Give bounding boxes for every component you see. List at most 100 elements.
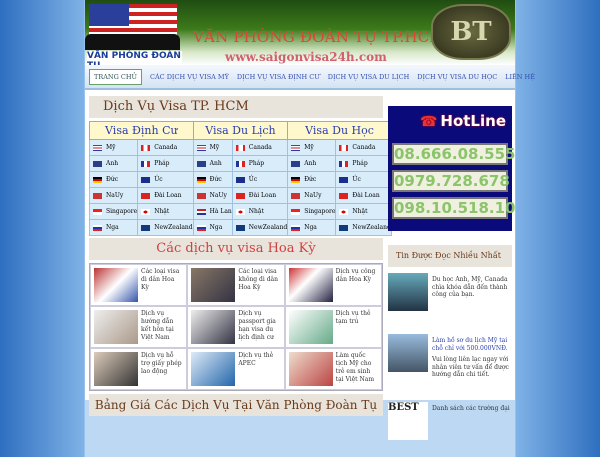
country-name[interactable]: Đài Loan bbox=[154, 192, 181, 199]
country-name[interactable]: Đài Loan bbox=[249, 192, 276, 199]
nav-item[interactable]: CÁC DỊCH VỤ VISA MỸ bbox=[150, 73, 229, 81]
country-name[interactable]: Mỹ bbox=[304, 144, 314, 151]
visa-country-link[interactable]: Pháp bbox=[137, 155, 194, 172]
visa-country-link[interactable]: NaUy bbox=[88, 187, 139, 204]
visa-country-link[interactable]: Nhật bbox=[137, 203, 194, 220]
service-image[interactable] bbox=[191, 352, 236, 386]
news-thumbnail[interactable] bbox=[388, 334, 428, 372]
service-link[interactable]: Dịch vụ hỗ trợ giấy phép lao động bbox=[141, 352, 183, 386]
visa-country-link[interactable]: Đài Loan bbox=[231, 187, 289, 204]
country-name[interactable]: Nga bbox=[210, 224, 223, 231]
country-name[interactable]: Úc bbox=[352, 176, 360, 183]
country-name[interactable]: NaUy bbox=[210, 192, 227, 199]
visa-column-header[interactable]: Visa Định Cư bbox=[89, 121, 194, 140]
visa-country-link[interactable]: NaUy bbox=[287, 187, 337, 204]
country-name[interactable]: Mỹ bbox=[210, 144, 220, 151]
visa-country-link[interactable]: Đài Loan bbox=[335, 187, 392, 204]
country-name[interactable]: Đức bbox=[304, 176, 316, 183]
visa-country-link[interactable]: Canada bbox=[137, 139, 194, 156]
country-name[interactable]: Đức bbox=[210, 176, 222, 183]
country-name[interactable]: Đức bbox=[106, 176, 118, 183]
visa-column-header[interactable]: Visa Du Lịch bbox=[192, 121, 289, 140]
news-thumbnail[interactable]: BEST bbox=[388, 402, 428, 440]
service-item[interactable]: Dịch vụ passport gia hạn visa du lịch đị… bbox=[187, 306, 285, 348]
service-image[interactable] bbox=[288, 310, 333, 344]
country-name[interactable]: Úc bbox=[249, 176, 257, 183]
visa-country-link[interactable]: Nga bbox=[287, 219, 337, 236]
service-link[interactable]: Dịch vụ thẻ APEC bbox=[238, 352, 280, 386]
visa-country-link[interactable]: Đức bbox=[192, 171, 233, 188]
service-item[interactable]: Dịch vụ công dân Hoa Kỳ bbox=[284, 264, 382, 306]
service-link[interactable]: Dịch vụ công dân Hoa Kỳ bbox=[336, 268, 378, 302]
country-name[interactable]: Nga bbox=[304, 224, 317, 231]
hotline-phone[interactable]: 08.666.08.555 bbox=[392, 143, 515, 165]
visa-country-link[interactable]: Nga bbox=[192, 219, 233, 236]
logo-text[interactable]: VĂN PHÒNG ĐOÀN TỤ bbox=[87, 51, 182, 65]
country-name[interactable]: Nhật bbox=[352, 208, 367, 215]
news-link[interactable]: Làm hồ sơ du lịch Mỹ tại chỗ chỉ với 500… bbox=[432, 337, 512, 352]
nav-item[interactable]: DỊCH VỤ VISA DU HỌC bbox=[417, 73, 497, 81]
visa-country-link[interactable]: NewZealand bbox=[335, 219, 392, 236]
country-name[interactable]: Pháp bbox=[154, 160, 169, 167]
hotline-phone[interactable]: 0979.728.678 bbox=[392, 170, 510, 192]
country-name[interactable]: NewZealand bbox=[154, 224, 192, 231]
visa-country-link[interactable]: Đức bbox=[287, 171, 337, 188]
country-name[interactable]: Nhật bbox=[154, 208, 169, 215]
service-link[interactable]: Dịch vụ hướng dẫn kết hôn tại Việt Nam bbox=[141, 310, 183, 344]
visa-country-link[interactable]: Canada bbox=[231, 139, 289, 156]
news-item[interactable]: BEST Danh sách các trường đại bbox=[388, 402, 512, 457]
news-item[interactable]: Du học Anh, Mỹ, Canada chìa khóa dẫn đến… bbox=[388, 273, 512, 328]
service-image[interactable] bbox=[94, 268, 138, 302]
visa-country-link[interactable]: Mỹ bbox=[192, 139, 233, 156]
country-name[interactable]: NaUy bbox=[304, 192, 321, 199]
country-name[interactable]: Singapore bbox=[106, 208, 137, 215]
country-name[interactable]: Canada bbox=[352, 144, 375, 151]
country-name[interactable]: Pháp bbox=[352, 160, 367, 167]
service-link[interactable]: Dịch vụ thẻ tạm trú bbox=[336, 310, 378, 344]
service-image[interactable] bbox=[94, 352, 138, 386]
visa-country-link[interactable]: NaUy bbox=[192, 187, 233, 204]
hotline-phone[interactable]: 098.10.518.10 bbox=[392, 197, 515, 219]
service-item[interactable]: Các loại visa di dân Hoa Kỳ bbox=[90, 264, 188, 306]
visa-country-link[interactable]: Nhật bbox=[231, 203, 289, 220]
country-name[interactable]: Singapore bbox=[304, 208, 335, 215]
visa-country-link[interactable]: Mỹ bbox=[287, 139, 337, 156]
service-image[interactable] bbox=[288, 352, 333, 386]
news-text[interactable]: Du học Anh, Mỹ, Canada chìa khóa dẫn đến… bbox=[432, 273, 512, 328]
service-item[interactable]: Dịch vụ hướng dẫn kết hôn tại Việt Nam bbox=[90, 306, 188, 348]
country-name[interactable]: Nga bbox=[106, 224, 119, 231]
country-name[interactable]: NewZealand bbox=[352, 224, 390, 231]
country-name[interactable]: Anh bbox=[304, 160, 316, 167]
nav-item[interactable]: DỊCH VỤ VISA ĐỊNH CƯ bbox=[237, 73, 320, 81]
country-name[interactable]: NaUy bbox=[106, 192, 123, 199]
visa-country-link[interactable]: Nhật bbox=[335, 203, 392, 220]
visa-country-link[interactable]: Nga bbox=[88, 219, 139, 236]
service-image[interactable] bbox=[191, 268, 236, 302]
country-name[interactable]: Pháp bbox=[249, 160, 264, 167]
service-link[interactable]: Dịch vụ passport gia hạn visa du lịch đị… bbox=[238, 310, 280, 344]
visa-column-header[interactable]: Visa Du Học bbox=[287, 121, 392, 140]
news-item[interactable]: Làm hồ sơ du lịch Mỹ tại chỗ chỉ với 500… bbox=[388, 334, 512, 396]
service-item[interactable]: Dịch vụ thẻ APEC bbox=[187, 348, 285, 390]
visa-country-link[interactable]: Pháp bbox=[231, 155, 289, 172]
visa-country-link[interactable]: Hà Lan bbox=[192, 203, 233, 220]
visa-country-link[interactable]: Singapore bbox=[287, 203, 337, 220]
service-link[interactable]: Các loại visa di dân Hoa Kỳ bbox=[141, 268, 183, 302]
nav-item[interactable]: TRANG CHỦ bbox=[89, 68, 142, 85]
country-name[interactable]: Mỹ bbox=[106, 144, 116, 151]
service-image[interactable] bbox=[94, 310, 138, 344]
visa-country-link[interactable]: Canada bbox=[335, 139, 392, 156]
service-item[interactable]: Dịch vụ hỗ trợ giấy phép lao động bbox=[90, 348, 188, 390]
visa-country-link[interactable]: Anh bbox=[88, 155, 139, 172]
country-name[interactable]: NewZealand bbox=[249, 224, 287, 231]
country-name[interactable]: Canada bbox=[154, 144, 177, 151]
country-name[interactable]: Anh bbox=[210, 160, 222, 167]
news-thumbnail[interactable] bbox=[388, 273, 428, 311]
visa-country-link[interactable]: Anh bbox=[192, 155, 233, 172]
visa-country-link[interactable]: NewZealand bbox=[231, 219, 289, 236]
country-name[interactable]: Canada bbox=[249, 144, 272, 151]
news-text[interactable]: Danh sách các trường đại bbox=[432, 402, 510, 457]
service-item[interactable]: Làm quốc tịch Mỹ cho trẻ em sinh tại Việ… bbox=[284, 348, 382, 390]
visa-country-link[interactable]: Úc bbox=[137, 171, 194, 188]
country-name[interactable]: Hà Lan bbox=[210, 208, 232, 215]
